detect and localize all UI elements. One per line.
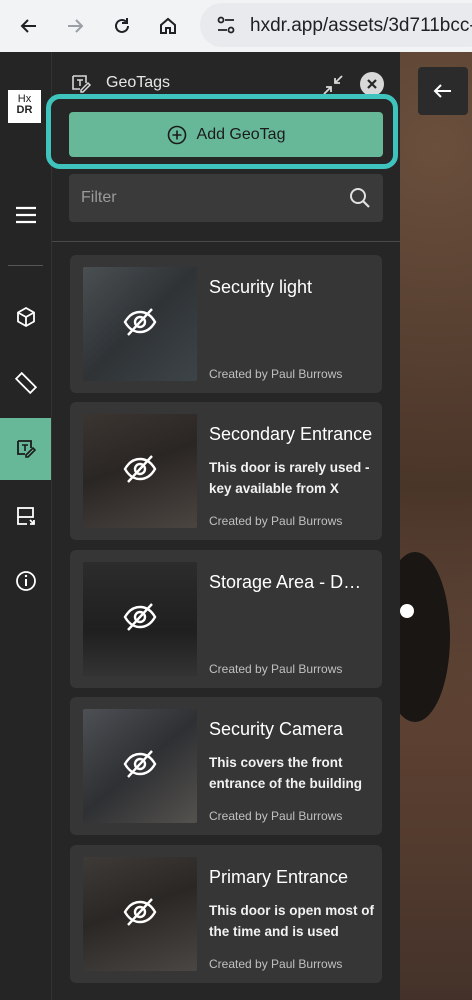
geotag-thumbnail[interactable] (83, 562, 197, 676)
geotag-thumbnail[interactable] (83, 267, 197, 381)
panel-header: GeoTags (70, 72, 390, 96)
arrow-left-icon (433, 84, 451, 98)
geotag-card[interactable]: Secondary Entrance This door is rarely us… (70, 402, 382, 540)
geotag-title: Storage Area - DO NOT ENTER (209, 572, 374, 592)
address-bar[interactable]: hxdr.app/assets/3d711bcc-l (200, 3, 472, 47)
menu-button[interactable] (0, 184, 51, 246)
geotag-description: This door is open most of the time and i… (209, 903, 374, 939)
reload-icon[interactable] (105, 9, 139, 43)
plus-circle-icon (167, 125, 186, 144)
layers-icon (16, 507, 35, 525)
geotag-created-by: Created by Paul Burrows (209, 367, 343, 381)
ruler-icon (14, 372, 37, 394)
url-text: hxdr.app/assets/3d711bcc-l (250, 15, 472, 36)
geotag-card[interactable]: Storage Area - DO NOT ENTER Created by Pa… (70, 550, 382, 688)
filter-placeholder: Filter (81, 189, 117, 206)
panel-title: GeoTags (106, 74, 171, 91)
menu-icon (15, 206, 36, 224)
search-icon[interactable] (349, 187, 371, 214)
forward-arrow-icon[interactable] (58, 9, 92, 43)
geotag-title: Security Camera (209, 719, 344, 739)
geotag-card[interactable]: Security light Created by Paul Burrows (70, 255, 382, 393)
geotag-created-by: Created by Paul Burrows (209, 957, 343, 971)
geotag-created-by: Created by Paul Burrows (209, 809, 343, 823)
geotag-thumbnail[interactable] (83, 414, 197, 528)
geotag-description: This door is rarely used - key available… (209, 460, 370, 496)
geotag-thumbnail[interactable] (83, 857, 197, 971)
geotag-card[interactable]: Security Camera This covers the front ent… (70, 697, 382, 835)
hxdr-logo[interactable]: Hx DR (8, 90, 41, 123)
geotag-title: Primary Entrance (209, 867, 349, 887)
eye-off-icon[interactable] (122, 453, 158, 490)
back-arrow-icon[interactable] (12, 9, 46, 43)
rail-item-info[interactable] (0, 550, 51, 612)
rail-item-measure[interactable] (0, 352, 51, 414)
close-icon (367, 79, 377, 89)
rail-item-layers[interactable] (0, 485, 51, 547)
viewer-marker[interactable] (400, 604, 414, 618)
site-settings-icon[interactable] (216, 16, 236, 39)
geotag-icon (16, 440, 36, 458)
collapse-icon (323, 75, 343, 95)
home-icon[interactable] (151, 9, 185, 43)
3d-viewer[interactable] (380, 52, 472, 1000)
eye-off-icon[interactable] (122, 601, 158, 638)
add-geotag-button[interactable]: Add GeoTag (69, 112, 383, 157)
viewer-back-button[interactable] (418, 67, 468, 115)
geotag-title: Security light (209, 277, 313, 297)
geotag-created-by: Created by Paul Burrows (209, 662, 343, 676)
eye-off-icon[interactable] (122, 896, 158, 933)
close-button[interactable] (360, 72, 384, 96)
add-geotag-label: Add GeoTag (196, 125, 286, 143)
info-icon (15, 571, 36, 591)
geotag-card[interactable]: Primary Entrance This door is open most o… (70, 845, 382, 983)
rail-item-assets[interactable] (0, 286, 51, 348)
panel-divider (52, 241, 400, 242)
geotag-created-by: Created by Paul Burrows (209, 514, 343, 528)
filter-input[interactable]: Filter (69, 174, 383, 222)
browser-toolbar: hxdr.app/assets/3d711bcc-l (0, 0, 472, 53)
geotag-title: Secondary Entrance (209, 424, 373, 444)
rail-divider (8, 265, 43, 266)
geotag-description: This covers the front entrance of the bu… (209, 755, 363, 791)
geotag-thumbnail[interactable] (83, 709, 197, 823)
eye-off-icon[interactable] (122, 306, 158, 343)
left-rail: Hx DR (0, 52, 52, 1000)
rail-item-geotags[interactable] (0, 418, 51, 480)
cube-icon (16, 306, 35, 328)
geotags-panel: GeoTags Add GeoTag Filter Security light… (46, 52, 400, 1000)
eye-off-icon[interactable] (122, 748, 158, 785)
